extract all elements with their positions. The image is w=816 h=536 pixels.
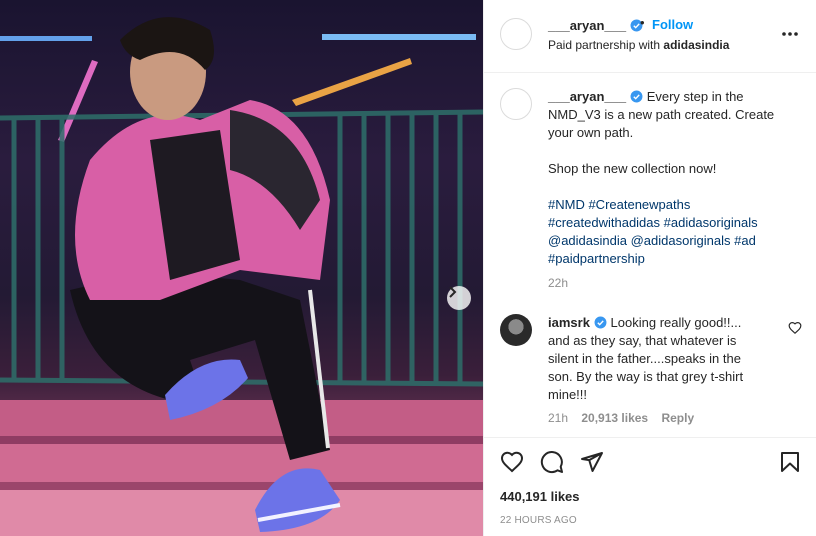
more-options-icon[interactable] xyxy=(780,24,800,44)
author-row: ___aryan___ xyxy=(548,17,643,35)
reply-button[interactable]: Reply xyxy=(661,411,694,425)
commenter-avatar[interactable] xyxy=(500,314,532,346)
caption-username[interactable]: ___aryan___ xyxy=(548,89,626,104)
author-username[interactable]: ___aryan___ xyxy=(548,18,626,33)
separator-dot: • xyxy=(640,15,645,30)
verified-badge-icon xyxy=(594,316,607,329)
caption-avatar[interactable] xyxy=(500,88,532,120)
commenter-username[interactable]: iamsrk xyxy=(548,315,590,330)
caption-time[interactable]: 22h xyxy=(548,274,788,292)
comment-time[interactable]: 21h xyxy=(548,411,568,425)
comment-bubble-icon[interactable] xyxy=(540,450,564,474)
author-avatar[interactable] xyxy=(500,18,532,50)
comment-body: iamsrk Looking really good!!... and as t… xyxy=(548,314,766,404)
like-heart-icon[interactable] xyxy=(500,450,524,474)
post-details-panel: ___aryan___ • Follow Paid partnership wi… xyxy=(483,0,816,536)
post-header: ___aryan___ • Follow Paid partnership wi… xyxy=(484,0,816,73)
post-timestamp[interactable]: 22 HOURS AGO xyxy=(500,515,577,526)
post-photo-illustration xyxy=(0,17,483,536)
comment-likes[interactable]: 20,913 likes xyxy=(581,411,648,425)
caption-hashtags[interactable]: #NMD #Createnewpaths #createdwithadidas … xyxy=(548,196,788,268)
post-likes-count[interactable]: 440,191 likes xyxy=(500,489,580,504)
paid-partnership-label: Paid partnership with adidasindia xyxy=(548,38,729,52)
share-paper-plane-icon[interactable] xyxy=(580,450,604,474)
comment-meta: 21h 20,913 likes Reply xyxy=(548,411,694,425)
post-actions-bar xyxy=(484,437,816,488)
post-image[interactable] xyxy=(0,0,483,536)
follow-button[interactable]: Follow xyxy=(652,17,693,32)
partnership-prefix: Paid partnership with xyxy=(548,38,661,52)
partner-link[interactable]: adidasindia xyxy=(663,38,729,52)
verified-badge-icon xyxy=(630,90,643,103)
like-comment-heart-icon[interactable] xyxy=(788,321,802,335)
next-image-button[interactable] xyxy=(447,286,471,310)
post-caption: ___aryan___ Every step in the NMD_V3 is … xyxy=(548,88,788,292)
caption-shop-text: Shop the new collection now! xyxy=(548,161,717,176)
save-bookmark-icon[interactable] xyxy=(778,450,802,474)
chevron-right-icon xyxy=(449,286,457,298)
